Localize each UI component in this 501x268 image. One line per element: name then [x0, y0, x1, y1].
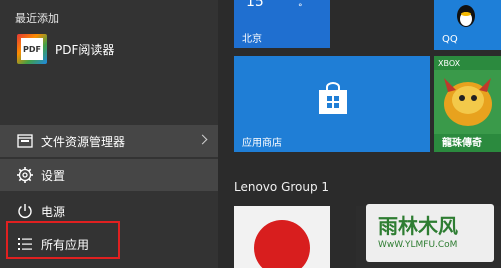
nav-file-explorer[interactable]: 文件资源管理器 [0, 125, 218, 157]
highlight-box [6, 221, 120, 259]
nav-settings-label: 设置 [41, 169, 66, 183]
power-icon [18, 204, 32, 218]
recent-app-pdf-reader[interactable]: PDF PDF阅读器 [0, 32, 218, 66]
watermark-sub-text: WwW.YLMFU.CoM [378, 240, 458, 250]
nav-settings[interactable]: 设置 [0, 159, 218, 191]
watermark-main-text: 雨林木风 [378, 214, 458, 238]
folder-icon [17, 134, 33, 148]
weather-tile[interactable]: 15 ° 北京 [234, 0, 330, 48]
weather-unit: ° [298, 3, 303, 13]
qq-tile-label: QQ [442, 34, 458, 45]
recently-added-header: 最近添加 [15, 12, 59, 25]
weather-city: 北京 [242, 34, 262, 45]
game-art-icon [434, 70, 501, 134]
recent-app-label: PDF阅读器 [55, 43, 115, 57]
watermark: 雨林木风 WwW.YLMFU.CoM [366, 204, 494, 262]
pdf-reader-icon-text: PDF [21, 38, 43, 60]
lenovo-tile[interactable] [234, 206, 330, 268]
game-tile[interactable]: XBOX 龍珠傳奇 [434, 56, 501, 152]
tile-group-title: Lenovo Group 1 [234, 180, 330, 194]
nav-power-label: 电源 [41, 205, 66, 219]
gear-icon [17, 167, 33, 183]
store-tile[interactable]: 应用商店 [234, 56, 430, 152]
qq-tile[interactable]: QQ [434, 0, 501, 50]
store-tile-label: 应用商店 [242, 138, 282, 149]
lenovo-app-icon [254, 220, 310, 268]
nav-file-explorer-label: 文件资源管理器 [41, 135, 126, 149]
weather-temp: 15 [246, 0, 264, 10]
game-tile-label: 龍珠傳奇 [442, 138, 482, 149]
store-bag-icon [319, 82, 347, 114]
chevron-right-icon[interactable] [197, 134, 208, 145]
xbox-badge: XBOX [438, 59, 461, 68]
pdf-reader-icon: PDF [17, 34, 47, 64]
qq-penguin-icon [457, 5, 475, 27]
